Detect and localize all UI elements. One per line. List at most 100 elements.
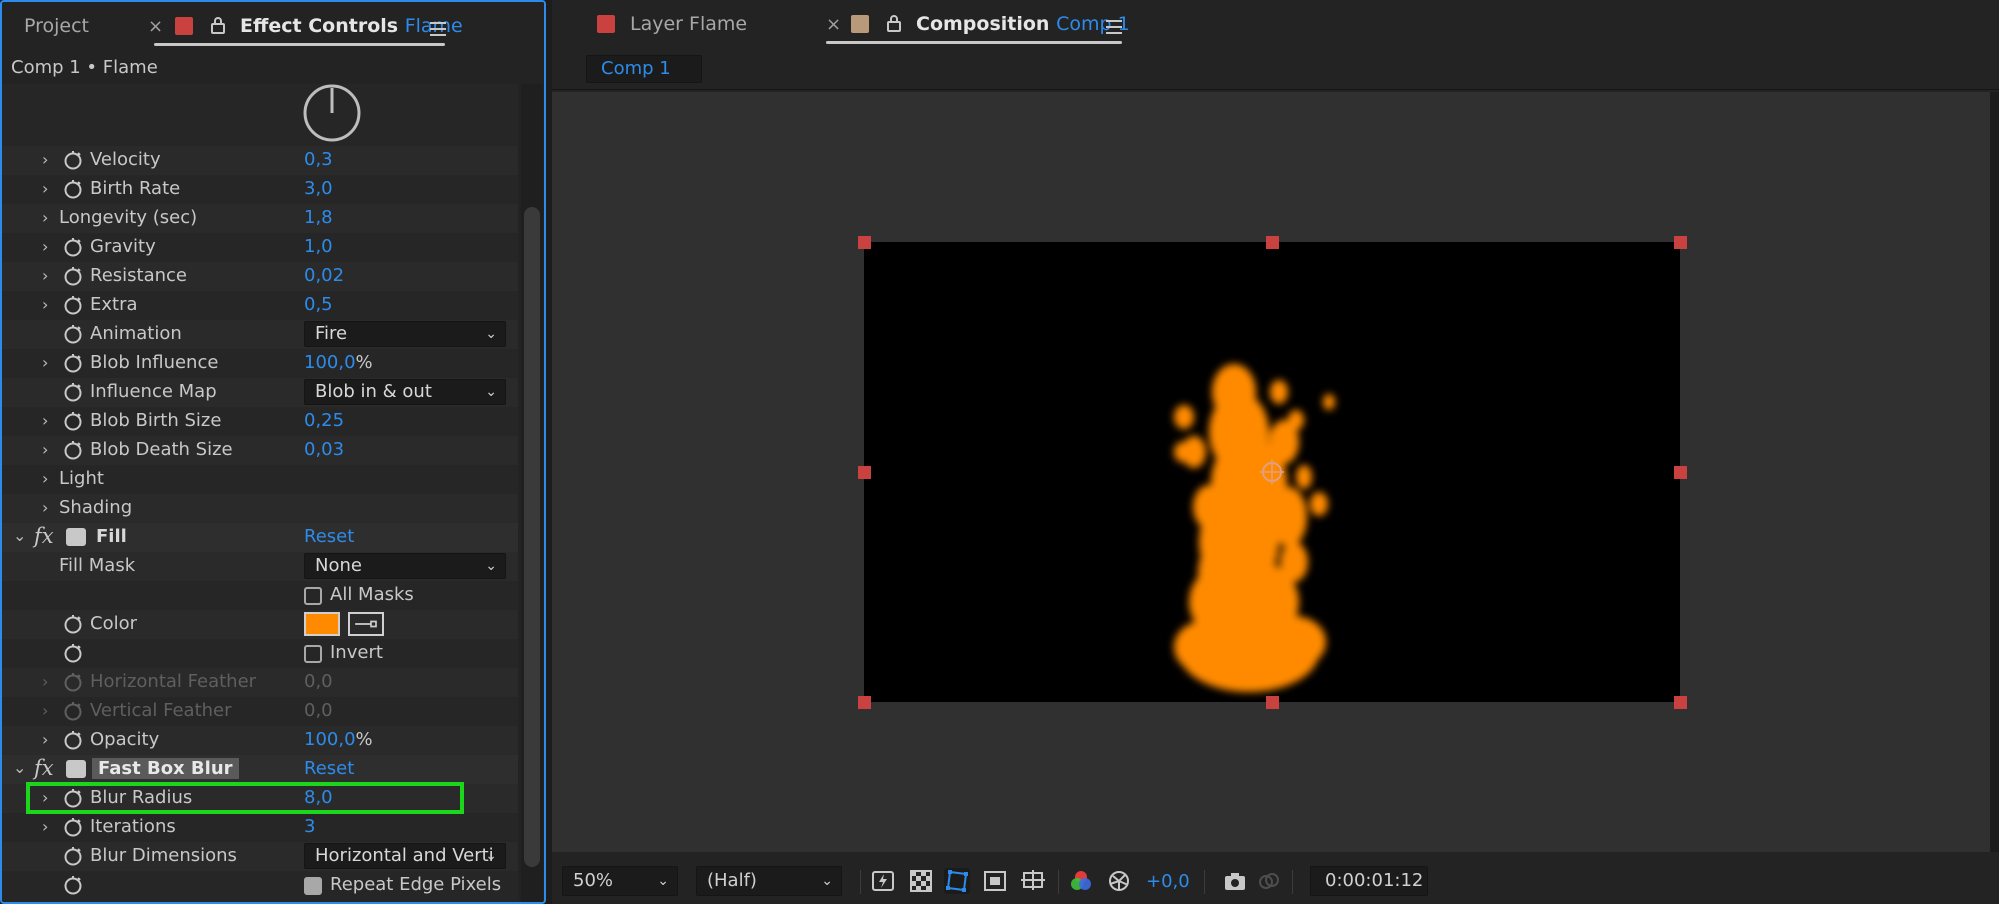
- viewer-scrollbar[interactable]: [1990, 92, 1999, 852]
- property-group-light[interactable]: › Light: [2, 465, 518, 494]
- property-value[interactable]: 0,03: [304, 439, 344, 460]
- exposure-value[interactable]: +0,0: [1146, 871, 1190, 892]
- property-row-blur-dimensions[interactable]: Blur Dimensions Horizontal and Verti ⌄: [2, 842, 518, 871]
- tab-composition[interactable]: Composition Comp 1: [916, 13, 1130, 35]
- chevron-right-icon[interactable]: ›: [42, 411, 56, 430]
- chevron-right-icon[interactable]: ›: [42, 498, 56, 517]
- current-time-display[interactable]: 0:00:01:12: [1310, 866, 1428, 896]
- property-group-shading[interactable]: › Shading: [2, 494, 518, 523]
- animation-dropdown[interactable]: Fire ⌄: [304, 321, 506, 347]
- stopwatch-icon[interactable]: [63, 875, 83, 895]
- transform-handle-top-left[interactable]: [858, 236, 871, 249]
- property-row-blob-death-size[interactable]: › Blob Death Size 0,03: [2, 436, 518, 465]
- composition-viewer[interactable]: [552, 92, 1990, 852]
- transform-handle-top-center[interactable]: [1266, 236, 1279, 249]
- tab-project[interactable]: Project: [24, 15, 89, 37]
- eyedropper-icon[interactable]: [348, 612, 384, 636]
- fx-toggle[interactable]: fx: [34, 756, 54, 780]
- grid-guides-icon[interactable]: [1020, 868, 1046, 894]
- close-icon[interactable]: ×: [148, 16, 163, 37]
- property-row-opacity[interactable]: › Opacity 100,0%: [2, 726, 518, 755]
- stopwatch-icon[interactable]: [63, 150, 83, 170]
- camera-snapshot-icon[interactable]: [1222, 868, 1248, 894]
- chevron-right-icon[interactable]: ›: [42, 150, 56, 169]
- stopwatch-icon[interactable]: [63, 730, 83, 750]
- property-row-invert[interactable]: Invert: [2, 639, 518, 668]
- chevron-right-icon[interactable]: ›: [42, 730, 56, 749]
- property-row-repeat-edge-pixels[interactable]: Repeat Edge Pixels: [2, 871, 518, 900]
- property-row-iterations[interactable]: › Iterations 3: [2, 813, 518, 842]
- stopwatch-icon[interactable]: [63, 614, 83, 634]
- chevron-right-icon[interactable]: ›: [42, 295, 56, 314]
- transparency-grid-icon[interactable]: [908, 868, 934, 894]
- chevron-right-icon[interactable]: ›: [42, 353, 56, 372]
- property-row-birth-rate[interactable]: › Birth Rate 3,0: [2, 175, 518, 204]
- mask-path-visibility-icon[interactable]: [944, 868, 970, 894]
- property-value[interactable]: 1,8: [304, 207, 333, 228]
- lock-icon[interactable]: [211, 16, 225, 34]
- property-value[interactable]: 3: [304, 816, 315, 837]
- panel-menu-icon[interactable]: [430, 22, 446, 36]
- chevron-right-icon[interactable]: ›: [42, 179, 56, 198]
- property-row-gravity[interactable]: › Gravity 1,0: [2, 233, 518, 262]
- property-row-color[interactable]: Color: [2, 610, 518, 639]
- fast-previews-icon[interactable]: [870, 868, 896, 894]
- property-row-animation[interactable]: Animation Fire ⌄: [2, 320, 518, 349]
- property-value[interactable]: 0,3: [304, 149, 333, 170]
- chevron-right-icon[interactable]: ›: [42, 237, 56, 256]
- influence-map-dropdown[interactable]: Blob in & out ⌄: [304, 379, 506, 405]
- chevron-right-icon[interactable]: ›: [42, 266, 56, 285]
- chevron-right-icon[interactable]: ›: [42, 817, 56, 836]
- composition-canvas[interactable]: [864, 242, 1680, 702]
- magnification-dropdown[interactable]: 50% ⌄: [562, 866, 678, 896]
- channel-rgb-icon[interactable]: [1068, 868, 1094, 894]
- chevron-right-icon[interactable]: ›: [42, 440, 56, 459]
- lock-icon[interactable]: [887, 14, 901, 32]
- tab-layer-flame[interactable]: Layer Flame: [630, 13, 747, 35]
- property-value[interactable]: 0,25: [304, 410, 344, 431]
- stopwatch-icon[interactable]: [63, 179, 83, 199]
- resolution-dropdown[interactable]: (Half) ⌄: [696, 866, 842, 896]
- property-value[interactable]: 0,02: [304, 265, 344, 286]
- reset-exposure-icon[interactable]: [1106, 868, 1132, 894]
- property-row-fill-mask[interactable]: Fill Mask None ⌄: [2, 552, 518, 581]
- effect-fill-header[interactable]: ⌄ fx Fill Reset: [2, 523, 518, 552]
- chevron-right-icon[interactable]: ›: [42, 208, 56, 227]
- color-swatch[interactable]: [304, 612, 340, 636]
- property-value[interactable]: 100,0%: [304, 352, 373, 373]
- comp-breadcrumb-chip[interactable]: Comp 1: [586, 55, 702, 83]
- property-value[interactable]: 1,0: [304, 236, 333, 257]
- transform-handle-bottom-right[interactable]: [1674, 696, 1687, 709]
- property-row-velocity[interactable]: › Velocity 0,3: [2, 146, 518, 175]
- stopwatch-icon[interactable]: [63, 846, 83, 866]
- transform-handle-middle-right[interactable]: [1674, 466, 1687, 479]
- region-of-interest-icon[interactable]: [982, 868, 1008, 894]
- stopwatch-icon[interactable]: [63, 324, 83, 344]
- stopwatch-icon[interactable]: [63, 382, 83, 402]
- property-value[interactable]: 0,5: [304, 294, 333, 315]
- transform-handle-top-right[interactable]: [1674, 236, 1687, 249]
- effect-fast-box-blur-header[interactable]: ⌄ fx Fast Box Blur Reset: [2, 755, 518, 784]
- chevron-down-icon[interactable]: ⌄: [13, 758, 27, 777]
- fill-mask-dropdown[interactable]: None ⌄: [304, 553, 506, 579]
- stopwatch-icon[interactable]: [63, 817, 83, 837]
- reset-link[interactable]: Reset: [304, 758, 354, 779]
- property-value[interactable]: 3,0: [304, 178, 333, 199]
- close-icon[interactable]: ×: [826, 14, 841, 35]
- repeat-edge-pixels-checkbox[interactable]: [304, 877, 322, 895]
- transform-handle-bottom-left[interactable]: [858, 696, 871, 709]
- stopwatch-icon[interactable]: [63, 643, 83, 663]
- stopwatch-icon[interactable]: [63, 237, 83, 257]
- property-row-blob-birth-size[interactable]: › Blob Birth Size 0,25: [2, 407, 518, 436]
- scrollbar-thumb[interactable]: [524, 207, 540, 867]
- property-row-influence-map[interactable]: Influence Map Blob in & out ⌄: [2, 378, 518, 407]
- property-row-longevity[interactable]: › Longevity (sec) 1,8: [2, 204, 518, 233]
- chevron-down-icon[interactable]: ⌄: [13, 526, 27, 545]
- stopwatch-icon[interactable]: [63, 353, 83, 373]
- fx-toggle[interactable]: fx: [34, 524, 54, 548]
- invert-checkbox[interactable]: [304, 645, 322, 663]
- stopwatch-icon[interactable]: [63, 266, 83, 286]
- property-row-all-masks[interactable]: All Masks: [2, 581, 518, 610]
- transform-handle-bottom-center[interactable]: [1266, 696, 1279, 709]
- panel-menu-icon[interactable]: [1106, 20, 1122, 34]
